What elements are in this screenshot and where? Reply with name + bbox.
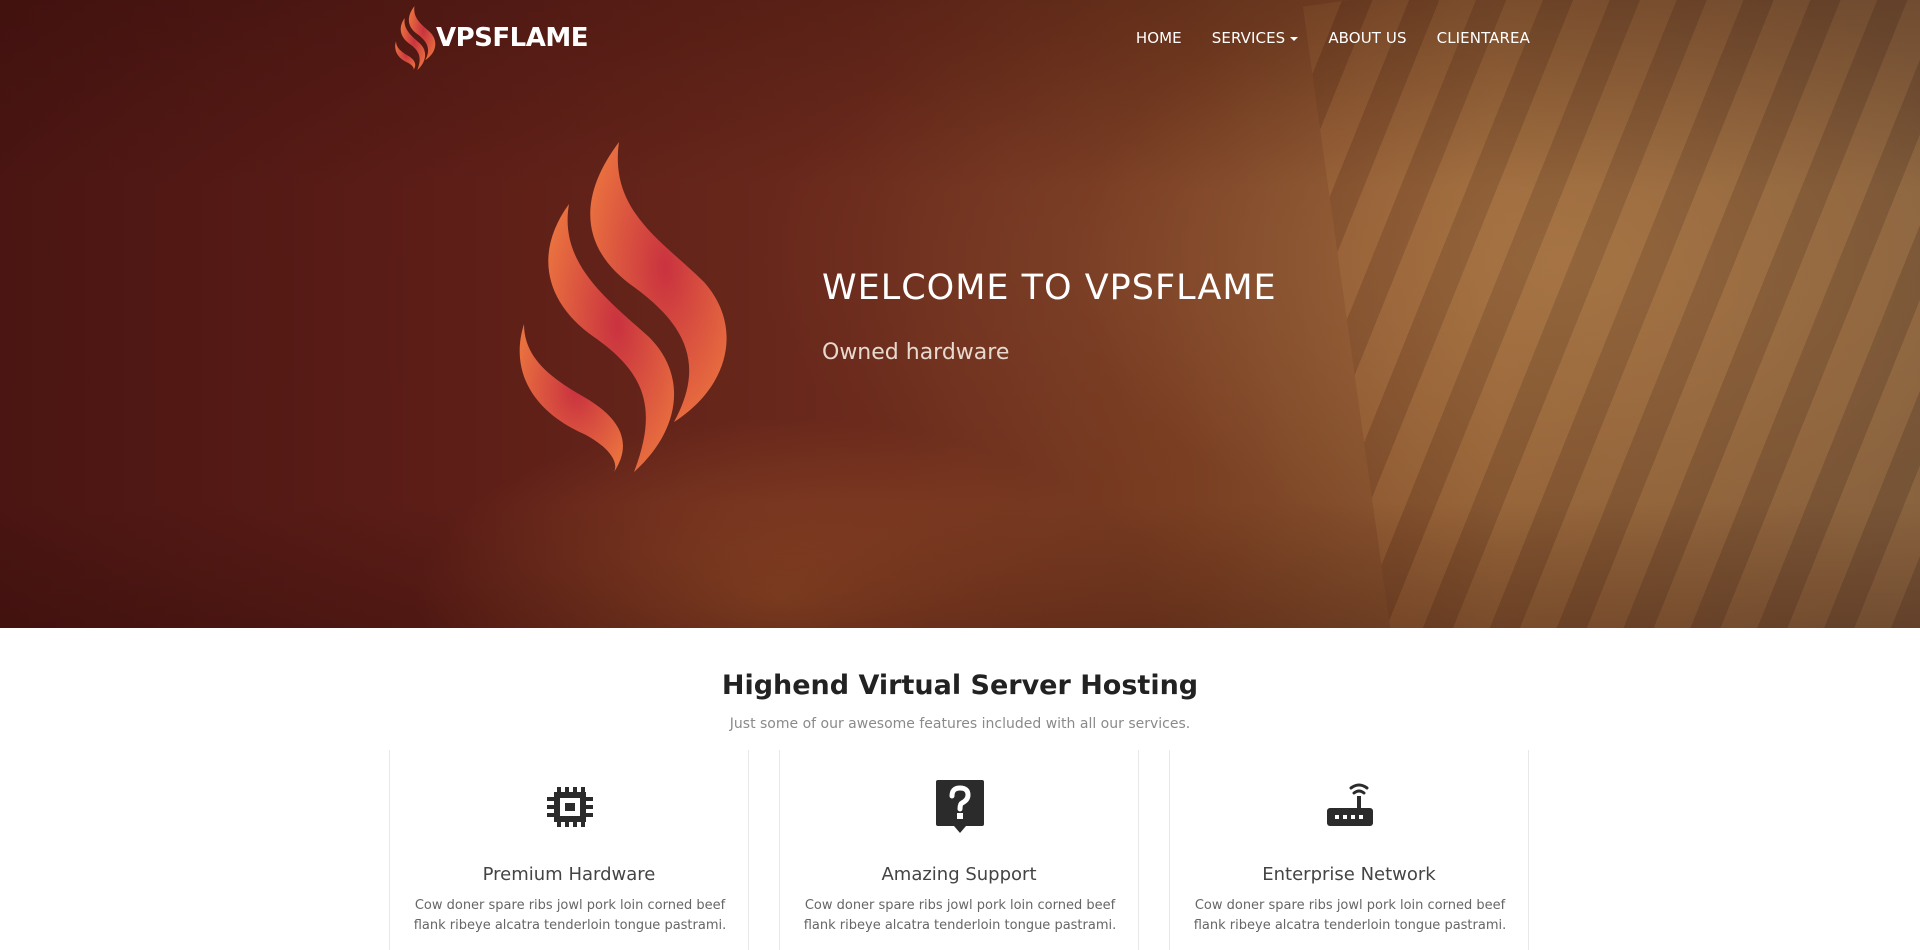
main-nav: HOME SERVICES ABOUT US CLIENTAREA <box>1136 28 1530 47</box>
hero-title: WELCOME TO VPSFLAME <box>822 268 1277 308</box>
nav-link-clientarea[interactable]: CLIENTAREA <box>1437 29 1530 47</box>
feature-card-title: Premium Hardware <box>482 864 656 885</box>
feature-card-enterprise-network: Enterprise Network Cow doner spare ribs … <box>1169 750 1529 950</box>
features-title: Highend Virtual Server Hosting <box>721 670 1199 701</box>
navbar: VPSFLAME HOME SERVICES ABOUT US CLIENTAR… <box>0 0 1920 78</box>
nav-link-services[interactable]: SERVICES <box>1212 29 1299 47</box>
features-section: Highend Virtual Server Hosting Just some… <box>0 628 1920 950</box>
nav-item-services: SERVICES <box>1212 28 1299 47</box>
feature-card-text: Cow doner spare ribs jowl pork loin corn… <box>803 898 1117 933</box>
flame-icon <box>395 6 436 70</box>
brand-name: VPSFLAME <box>436 23 589 53</box>
hero-subtitle: Owned hardware <box>822 340 1010 365</box>
nav-link-services-label: SERVICES <box>1211 29 1286 47</box>
feature-card-title: Enterprise Network <box>1262 864 1436 885</box>
router-icon <box>1327 783 1373 826</box>
hero-overlay <box>0 0 1920 628</box>
nav-item-home: HOME <box>1136 28 1182 47</box>
feature-card-title: Amazing Support <box>881 864 1037 885</box>
brand-logo-link[interactable]: VPSFLAME <box>394 6 589 70</box>
feature-card-text: Cow doner spare ribs jowl pork loin corn… <box>1193 898 1507 933</box>
feature-card-text: Cow doner spare ribs jowl pork loin corn… <box>413 898 727 933</box>
feature-card-premium-hardware: Premium Hardware Cow doner spare ribs jo… <box>389 750 749 950</box>
nav-item-clientarea: CLIENTAREA <box>1437 28 1530 47</box>
flame-icon <box>519 142 727 472</box>
cpu-chip-icon <box>547 787 593 827</box>
nav-link-about-us[interactable]: ABOUT US <box>1328 29 1406 47</box>
features-subtitle: Just some of our awesome features includ… <box>729 716 1191 732</box>
feature-card-amazing-support: Amazing Support Cow doner spare ribs jow… <box>779 750 1139 950</box>
question-bubble-icon <box>936 780 984 833</box>
hero-banner: VPSFLAME HOME SERVICES ABOUT US CLIENTAR… <box>0 0 1920 628</box>
caret-down-icon <box>1290 36 1299 41</box>
feature-cards: Premium Hardware Cow doner spare ribs jo… <box>389 750 1531 950</box>
nav-item-about: ABOUT US <box>1328 28 1406 47</box>
nav-link-home[interactable]: HOME <box>1136 29 1182 47</box>
